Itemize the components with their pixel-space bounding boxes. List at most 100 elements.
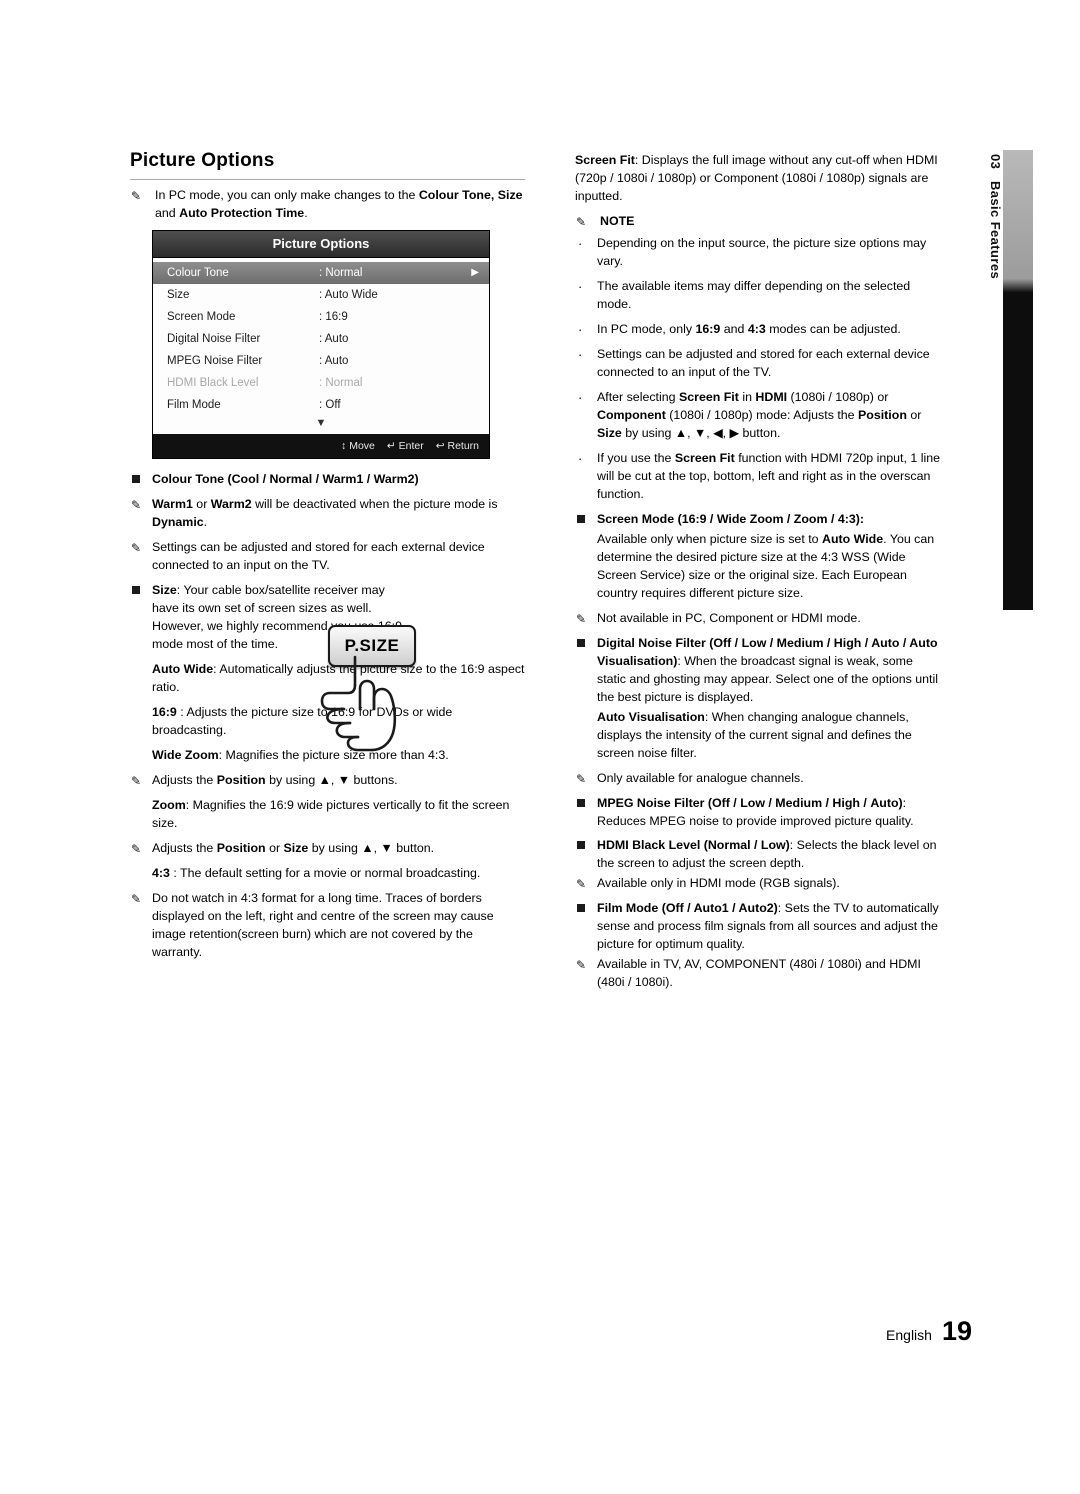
footer-page-number: 19 <box>941 1316 972 1346</box>
screen-mode-note-text: Not available in PC, Component or HDMI m… <box>597 610 861 625</box>
colour-tone-note-bold-3: Dynamic <box>152 514 204 529</box>
bullet-square-icon <box>577 798 585 807</box>
osd-row-screen-mode[interactable]: Screen Mode : 16:9 <box>153 306 489 328</box>
osd-row-mpeg-noise-filter[interactable]: MPEG Noise Filter : Auto <box>153 350 489 372</box>
manual-page: Picture Options ✎ In PC mode, you can on… <box>0 0 1080 1494</box>
osd-menu-footer: ↕ Move ↵ Enter ↩ Return <box>153 433 489 458</box>
size-43-note-text: Do not watch in 4:3 format for a long ti… <box>152 890 494 959</box>
note-item-4-text: Settings can be adjusted and stored for … <box>597 346 930 379</box>
scroll-down-icon[interactable]: ▼ <box>153 416 489 434</box>
note-item-3-bold-2: 4:3 <box>747 321 766 336</box>
colour-tone-note-mid: or <box>192 496 211 511</box>
osd-foot-move: ↕ Move <box>341 440 375 452</box>
mpeg-heading-bold-2: Auto) <box>870 795 903 810</box>
size-43: 4:3 : The default setting for a movie or… <box>130 865 525 883</box>
intro-note-text-2: and <box>155 205 180 220</box>
size-zoom-note-mid: or <box>265 840 284 855</box>
osd-value-mpeg-noise-filter: : Auto <box>319 354 349 367</box>
page-title: Picture Options <box>130 150 525 180</box>
note-item-5-b9: Size <box>597 425 622 440</box>
note-item-4: · Settings can be adjusted and stored fo… <box>575 346 945 382</box>
dnf-body-bold: Auto Visualisation <box>597 709 705 724</box>
note-item-3: · In PC mode, only 16:9 and 4:3 modes ca… <box>575 321 945 339</box>
section-mpeg-noise-filter: MPEG Noise Filter (Off / Low / Medium / … <box>575 795 945 831</box>
size-wide-zoom-note-post: by using ▲, ▼ buttons. <box>265 772 398 787</box>
film-mode-note-text: Available in TV, AV, COMPONENT (480i / 1… <box>597 957 921 990</box>
osd-key-hdmi-black-level: HDMI Black Level <box>167 376 259 389</box>
osd-row-colour-tone[interactable]: Colour Tone : Normal ▶ <box>153 261 489 284</box>
osd-foot-enter: ↵ Enter <box>387 440 424 452</box>
size-zoom-note-bold-1: Position <box>216 840 266 855</box>
colour-tone-heading: Colour Tone (Cool / Normal / Warm1 / War… <box>152 471 419 486</box>
bullet-square-icon <box>132 474 140 483</box>
chapter-side-tab: 03 Basic Features <box>978 150 1033 610</box>
screen-fit-paragraph: Screen Fit: Displays the full image with… <box>575 152 945 206</box>
osd-key-colour-tone: Colour Tone <box>167 266 229 279</box>
osd-row-hdmi-black-level: HDMI Black Level : Normal <box>153 372 489 394</box>
section-film-mode: Film Mode (Off / Auto1 / Auto2): Sets th… <box>575 900 945 954</box>
section-screen-mode: Screen Mode (16:9 / Wide Zoom / Zoom / 4… <box>575 511 945 529</box>
note-icon: ✎ <box>131 891 142 906</box>
osd-key-screen-mode: Screen Mode <box>167 310 236 323</box>
intro-note: ✎ In PC mode, you can only make changes … <box>130 187 525 223</box>
size-43-bold: 4:3 <box>152 865 170 880</box>
note-item-1: · Depending on the input source, the pic… <box>575 235 945 271</box>
colour-tone-note-tail: . <box>203 514 208 529</box>
note-item-3-bold-1: 16:9 <box>695 321 721 336</box>
note-item-5-t10: by using ▲, ▼, ◀, ▶ button. <box>621 425 781 440</box>
osd-row-digital-noise-filter[interactable]: Digital Noise Filter : Auto <box>153 328 489 350</box>
colour-tone-note-text: will be deactivated when the picture mod… <box>251 496 498 511</box>
intro-note-bold-1: Colour Tone, Size <box>418 188 523 202</box>
colour-tone-note-2: ✎ Settings can be adjusted and stored fo… <box>130 539 525 575</box>
size-169-bold: 16:9 <box>152 704 177 719</box>
bullet-square-icon <box>132 585 140 594</box>
note-item-2: · The available items may differ dependi… <box>575 278 945 314</box>
note-heading: NOTE <box>600 213 635 228</box>
note-icon: ✎ <box>576 214 587 229</box>
osd-foot-return-label: Return <box>447 439 479 452</box>
osd-foot-enter-label: Enter <box>398 439 424 452</box>
size-heading-bold: Size <box>152 582 177 597</box>
note-item-6-b1: Screen Fit <box>674 450 735 465</box>
right-column: Screen Fit: Displays the full image with… <box>575 152 945 999</box>
mpeg-heading-bold-1: MPEG Noise Filter (Off / Low / Medium / … <box>597 795 867 810</box>
hdmi-black-level-heading-bold: HDMI Black Level (Normal / Low) <box>597 838 790 853</box>
osd-key-film-mode: Film Mode <box>167 398 221 411</box>
left-column: Picture Options ✎ In PC mode, you can on… <box>130 150 525 969</box>
section-hdmi-black-level: HDMI Black Level (Normal / Low): Selects… <box>575 837 945 873</box>
chevron-right-icon: ▶ <box>471 267 479 279</box>
screen-mode-note: ✎ Not available in PC, Component or HDMI… <box>575 610 945 628</box>
section-digital-noise-filter: Digital Noise Filter (Off / Low / Medium… <box>575 635 945 707</box>
note-icon: ✎ <box>576 611 587 626</box>
osd-foot-return: ↩ Return <box>436 440 479 452</box>
note-icon: ✎ <box>131 497 142 512</box>
bullet-square-icon <box>577 514 585 523</box>
note-heading-row: ✎ NOTE <box>575 213 945 231</box>
note-item-5-b5: Component <box>597 407 666 422</box>
note-item-6-t0: If you use the <box>597 450 675 465</box>
page-footer: English 19 <box>886 1316 972 1347</box>
screen-mode-body-bold: Auto Wide <box>822 531 884 546</box>
move-icon: ↕ <box>341 439 347 452</box>
size-zoom-note-pre: Adjusts the <box>152 840 217 855</box>
size-zoom-rest: : Magnifies the 16:9 wide pictures verti… <box>152 797 510 830</box>
screen-mode-heading-rest: : <box>859 511 865 526</box>
hdmi-black-level-note-text: Available only in HDMI mode (RGB signals… <box>597 876 840 891</box>
osd-row-size[interactable]: Size : Auto Wide <box>153 284 489 306</box>
note-icon: ✎ <box>131 540 142 555</box>
size-auto-wide-bold: Auto Wide <box>152 661 214 676</box>
screen-mode-body-pre: Available only when picture size is set … <box>597 531 822 546</box>
psize-illustration: P.SIZE <box>300 625 420 765</box>
colour-tone-note-bold-1: Warm1 <box>152 496 193 511</box>
size-zoom-note-bold-2: Size <box>283 840 309 855</box>
note-icon: ✎ <box>131 841 142 856</box>
osd-value-hdmi-black-level: : Normal <box>319 376 363 389</box>
enter-icon: ↵ <box>386 439 396 452</box>
bullet-dot-icon: · <box>578 346 583 362</box>
return-icon: ↩ <box>435 439 445 452</box>
note-item-5-t4: (1080i / 1080p) or <box>787 389 889 404</box>
osd-row-film-mode[interactable]: Film Mode : Off <box>153 394 489 416</box>
dnf-note: ✎ Only available for analogue channels. <box>575 770 945 788</box>
bullet-square-icon <box>577 638 585 647</box>
size-zoom: Zoom: Magnifies the 16:9 wide pictures v… <box>130 797 525 833</box>
